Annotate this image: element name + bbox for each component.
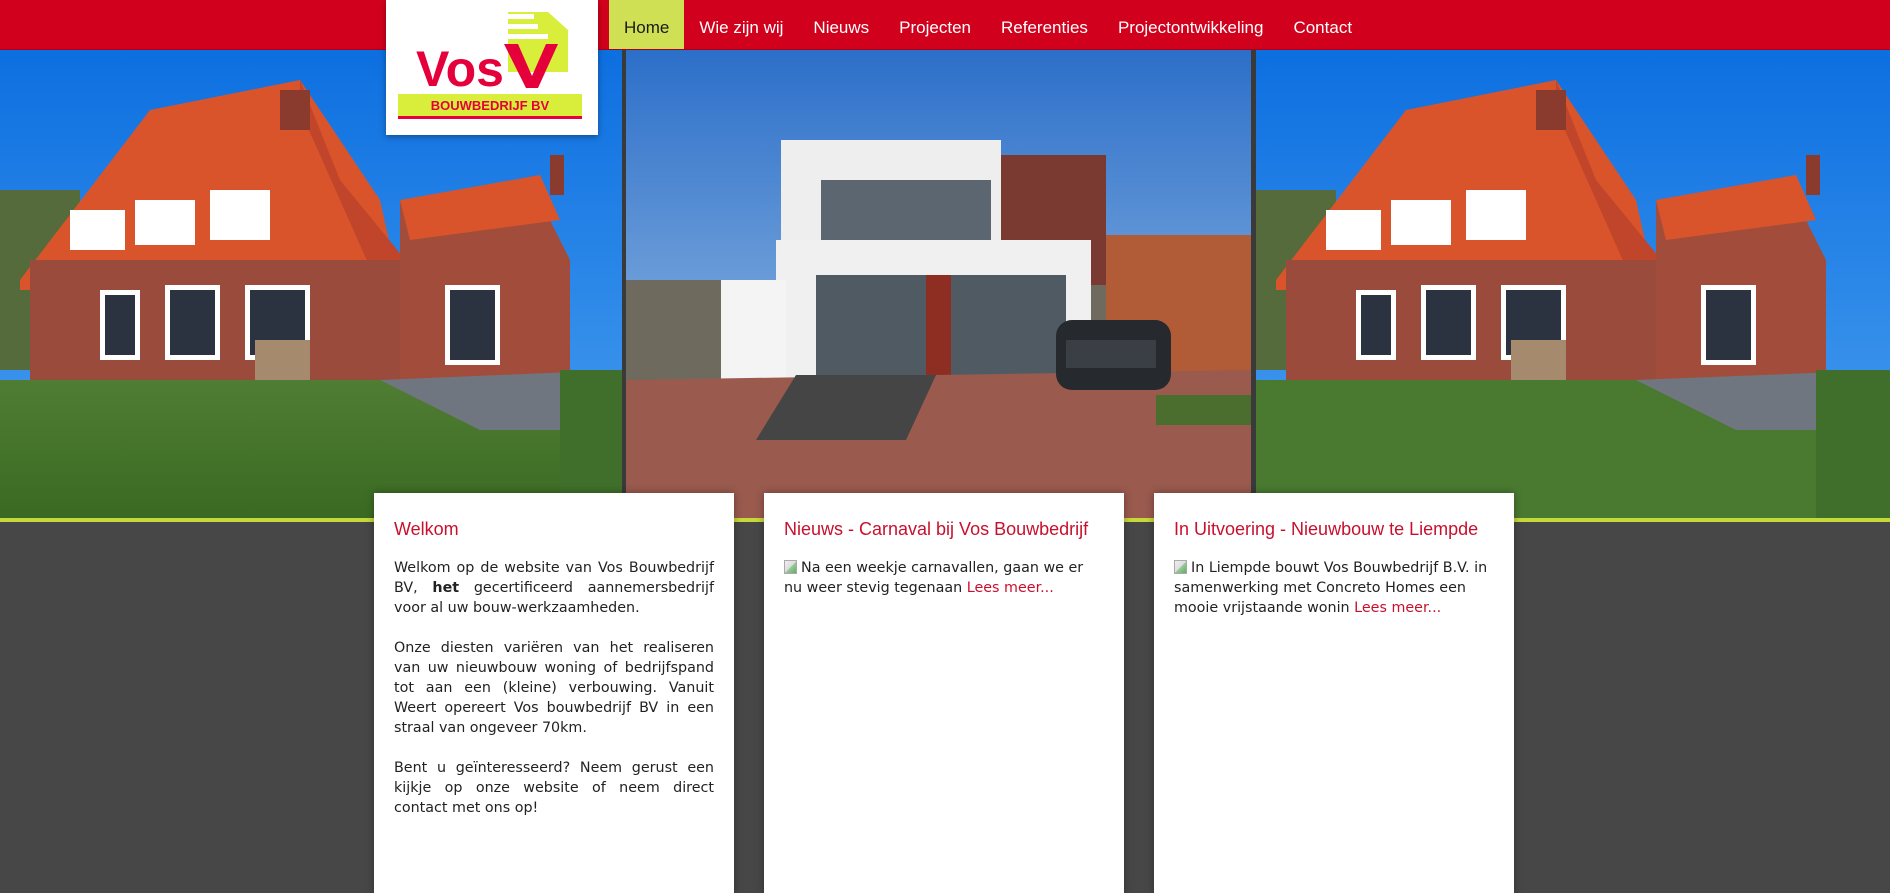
project-card: In Uitvoering - Nieuwbouw te Liempde In … xyxy=(1154,493,1514,893)
project-excerpt: In Liempde bouwt Vos Bouwbedrijf B.V. in… xyxy=(1174,558,1494,618)
nav-item-nieuws[interactable]: Nieuws xyxy=(798,0,884,49)
news-title[interactable]: Nieuws - Carnaval bij Vos Bouwbedrijf xyxy=(784,519,1104,540)
nav-item-contact[interactable]: Contact xyxy=(1278,0,1367,49)
welcome-paragraph-2: Onze diesten variëren van het realiseren… xyxy=(394,640,714,736)
broken-image-icon xyxy=(1174,560,1187,574)
logo-brand-text: Vos xyxy=(416,41,504,97)
nav-item-wie-zijn-wij[interactable]: Wie zijn wij xyxy=(684,0,798,49)
welcome-paragraph-1: Welkom op de website van Vos Bouwbedrijf… xyxy=(394,558,714,618)
logo-subtitle-text: BOUWBEDRIJF BV xyxy=(431,98,550,113)
house-photo-right xyxy=(1256,50,1890,520)
main-nav: Home Wie zijn wij Nieuws Projecten Refer… xyxy=(609,0,1367,49)
welcome-paragraph-3: Bent u geïnteresseerd? Neem gerust een k… xyxy=(394,760,714,816)
nav-item-referenties[interactable]: Referenties xyxy=(986,0,1103,49)
news-card: Nieuws - Carnaval bij Vos Bouwbedrijf Na… xyxy=(764,493,1124,893)
welcome-p1-bold: het xyxy=(432,580,460,596)
project-title[interactable]: In Uitvoering - Nieuwbouw te Liempde xyxy=(1174,519,1494,540)
news-read-more-link[interactable]: Lees meer... xyxy=(967,580,1054,596)
broken-image-icon xyxy=(784,560,797,574)
welcome-title: Welkom xyxy=(394,519,459,539)
logo-graphic: Vos BOUWBEDRIJF BV xyxy=(398,12,582,119)
nav-item-home[interactable]: Home xyxy=(609,0,685,49)
site-logo[interactable]: Vos BOUWBEDRIJF BV xyxy=(386,0,598,135)
project-read-more-link[interactable]: Lees meer... xyxy=(1354,600,1441,616)
news-excerpt: Na een weekje carnavallen, gaan we er nu… xyxy=(784,558,1104,598)
nav-item-projecten[interactable]: Projecten xyxy=(884,0,986,49)
nav-item-projectontwikkeling[interactable]: Projectontwikkeling xyxy=(1103,0,1279,49)
house-photo-center xyxy=(626,50,1251,520)
hero-slider xyxy=(0,50,1890,520)
welcome-card: Welkom Welkom op de website van Vos Bouw… xyxy=(374,493,734,893)
